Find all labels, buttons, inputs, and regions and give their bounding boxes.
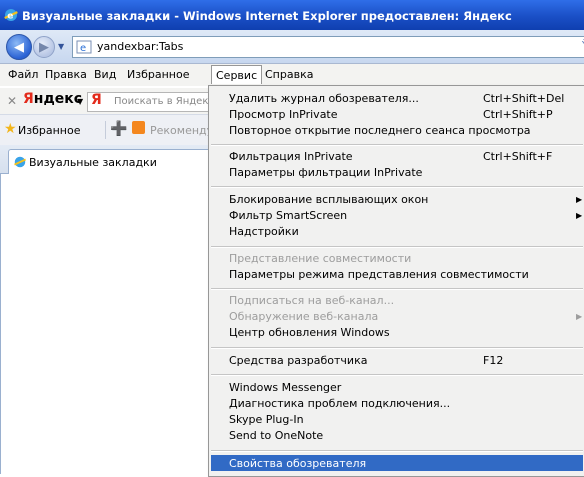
menu-item-send-to-onenote[interactable]: Send to OneNote bbox=[229, 429, 323, 442]
forward-arrow-icon[interactable]: ▶ bbox=[33, 36, 55, 58]
yandex-brand-letter: Я bbox=[23, 91, 34, 107]
menu-separator bbox=[211, 374, 583, 376]
menu-bar: Файл Правка Вид Избранное Сервис Справка bbox=[0, 64, 584, 86]
menu-item-popup-blocker[interactable]: Блокирование всплывающих окон bbox=[229, 193, 428, 206]
shortcut-developer-tools: F12 bbox=[483, 354, 504, 367]
menu-view[interactable]: Вид bbox=[94, 68, 116, 81]
menu-item-smartscreen[interactable]: Фильтр SmartScreen bbox=[229, 209, 347, 222]
menu-separator bbox=[211, 144, 583, 146]
shortcut-delete-history: Ctrl+Shift+Del bbox=[483, 92, 565, 105]
rss-icon[interactable] bbox=[132, 121, 145, 134]
shortcut-inprivate-filtering: Ctrl+Shift+F bbox=[483, 150, 553, 163]
tab-label: Визуальные закладки bbox=[29, 156, 157, 169]
menu-item-subscribe-feed: Подписаться на веб-канал... bbox=[229, 294, 395, 307]
menu-separator bbox=[211, 246, 583, 248]
svg-text:e: e bbox=[7, 12, 13, 22]
toolbar-divider bbox=[105, 121, 106, 139]
favorites-star-icon[interactable]: ★ bbox=[4, 121, 17, 137]
menu-tools[interactable]: Сервис bbox=[211, 65, 263, 84]
address-url[interactable]: yandexbar:Tabs bbox=[97, 40, 183, 53]
menu-edit[interactable]: Правка bbox=[45, 68, 87, 81]
favorites-button[interactable]: Избранное bbox=[18, 124, 80, 137]
yandex-toolbar: ✕ Яндекс ▼ Я Поискать в Яндексе bbox=[0, 87, 229, 114]
tools-menu: Удалить журнал обозревателя... Ctrl+Shif… bbox=[208, 85, 584, 477]
menu-separator bbox=[211, 450, 583, 452]
menu-separator bbox=[211, 186, 583, 188]
menu-item-compatibility-settings[interactable]: Параметры режима представления совместим… bbox=[229, 268, 529, 281]
page-icon: e bbox=[76, 40, 92, 57]
yandex-menu-button[interactable]: Яндекс bbox=[23, 91, 82, 107]
menu-help[interactable]: Справка bbox=[265, 68, 313, 81]
tab-bar: Визуальные закладки bbox=[0, 145, 220, 174]
ie-icon: e bbox=[3, 7, 19, 26]
menu-item-skype-plugin[interactable]: Skype Plug-In bbox=[229, 413, 304, 426]
back-arrow-icon[interactable]: ◀ bbox=[6, 34, 32, 60]
menu-item-inprivate-filter-settings[interactable]: Параметры фильтрации InPrivate bbox=[229, 166, 422, 179]
menu-item-windows-update[interactable]: Центр обновления Windows bbox=[229, 326, 390, 339]
shortcut-inprivate-browsing: Ctrl+Shift+P bbox=[483, 108, 553, 121]
menu-item-connection-diagnostics[interactable]: Диагностика проблем подключения... bbox=[229, 397, 450, 410]
recent-pages-dropdown-icon[interactable]: ▼ bbox=[58, 42, 64, 51]
add-favorite-icon[interactable]: ➕ bbox=[110, 121, 127, 137]
yandex-brand-rest: ндекс bbox=[33, 91, 83, 107]
tab-visual-bookmarks[interactable]: Визуальные закладки bbox=[8, 149, 215, 174]
menu-item-windows-messenger[interactable]: Windows Messenger bbox=[229, 381, 341, 394]
menu-item-addons[interactable]: Надстройки bbox=[229, 225, 299, 238]
window-title: Визуальные закладки - Windows Internet E… bbox=[22, 9, 512, 23]
menu-separator bbox=[211, 347, 583, 349]
menu-item-reopen-session[interactable]: Повторное открытие последнего сеанса про… bbox=[229, 124, 531, 137]
close-icon[interactable]: ✕ bbox=[7, 94, 17, 108]
search-placeholder: Поискать в Яндексе bbox=[114, 96, 221, 107]
submenu-arrow-icon: ▶ bbox=[576, 312, 583, 321]
page-content bbox=[0, 174, 209, 474]
menu-separator bbox=[211, 288, 583, 290]
ie-icon bbox=[13, 155, 27, 172]
menu-item-inprivate-filtering[interactable]: Фильтрация InPrivate bbox=[229, 150, 353, 163]
menu-favorites[interactable]: Избранное bbox=[127, 68, 189, 81]
chevron-down-icon[interactable]: ▼ bbox=[77, 97, 83, 106]
submenu-arrow-icon: ▶ bbox=[576, 195, 583, 204]
address-bar[interactable]: e yandexbar:Tabs Ÿ bbox=[72, 36, 584, 58]
menu-item-feed-discovery: Обнаружение веб-канала bbox=[229, 310, 379, 323]
menu-file[interactable]: Файл bbox=[8, 68, 38, 81]
menu-item-inprivate-browsing[interactable]: Просмотр InPrivate bbox=[229, 108, 338, 121]
menu-item-compatibility-view: Представление совместимости bbox=[229, 252, 412, 265]
menu-item-delete-history[interactable]: Удалить журнал обозревателя... bbox=[229, 92, 419, 105]
favorites-bar: ★ Избранное ➕ Рекомендуемые bbox=[0, 114, 244, 145]
menu-item-internet-options[interactable]: Свойства обозревателя bbox=[211, 455, 583, 471]
submenu-arrow-icon: ▶ bbox=[576, 211, 583, 220]
svg-text:e: e bbox=[80, 43, 86, 54]
address-row: ◀ ▶ ▼ e yandexbar:Tabs Ÿ bbox=[0, 30, 584, 64]
menu-item-internet-options-label: Свойства обозревателя bbox=[229, 457, 367, 470]
yandex-logo-icon: Я bbox=[91, 92, 102, 108]
menu-item-developer-tools[interactable]: Средства разработчика bbox=[229, 354, 367, 367]
title-bar: e Визуальные закладки - Windows Internet… bbox=[0, 0, 584, 30]
